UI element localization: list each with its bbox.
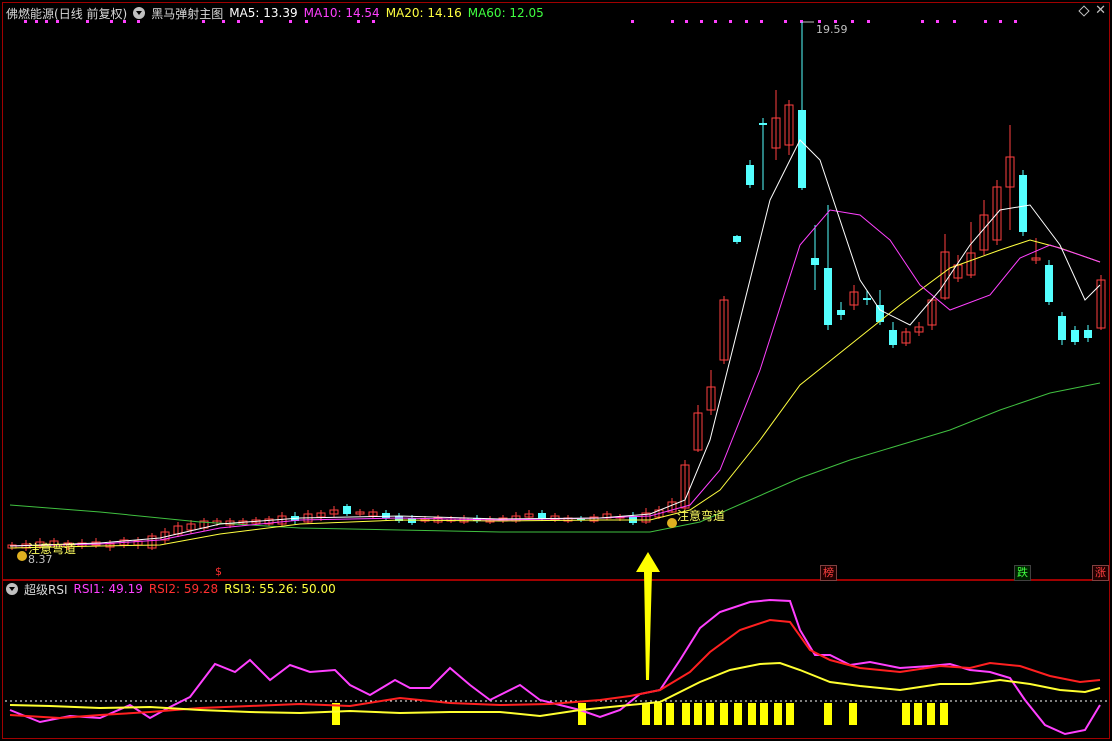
coin-icon xyxy=(667,518,677,528)
ma20-line xyxy=(9,239,1101,549)
rsi-signal-bar xyxy=(642,703,650,725)
rsi-signal-bar xyxy=(578,703,586,725)
rsi-signal-bar xyxy=(914,703,922,725)
rsi-signal-bar xyxy=(734,703,742,725)
candle-body-down xyxy=(798,110,806,188)
candle-body-down xyxy=(1058,316,1066,340)
marker-dot xyxy=(953,20,956,23)
marker-dot xyxy=(685,20,688,23)
candle-body-down xyxy=(733,236,741,242)
candle-body-down xyxy=(1084,330,1092,338)
marker-dot xyxy=(357,20,360,23)
marker-dot xyxy=(745,20,748,23)
rsi-signal-bar xyxy=(654,703,662,725)
candle-body-down xyxy=(343,506,351,514)
candle-body-down xyxy=(1071,330,1079,342)
marker-dot xyxy=(202,20,205,23)
marker-dot xyxy=(729,20,732,23)
rsi-signal-bar xyxy=(748,703,756,725)
badge-die[interactable]: 跌 xyxy=(1014,565,1031,581)
rsi-signal-bar xyxy=(849,703,857,725)
rsi-signal-bar xyxy=(774,703,782,725)
marker-dot xyxy=(700,20,703,23)
rsi-signal-bar xyxy=(902,703,910,725)
candle-body-down xyxy=(759,123,767,125)
marker-dot xyxy=(137,20,140,23)
candle-body-down xyxy=(837,310,845,315)
marker-dot xyxy=(260,20,263,23)
candle-body-down xyxy=(824,268,832,325)
high-price-label: 19.59 xyxy=(816,23,848,36)
marker-dot xyxy=(851,20,854,23)
marker-dot xyxy=(123,20,126,23)
candle-body-down xyxy=(811,258,819,265)
marker-dot xyxy=(867,20,870,23)
rsi3-line xyxy=(9,661,1101,718)
marker-dot xyxy=(372,20,375,23)
candle-body-down xyxy=(1045,265,1053,302)
rsi-signal-bar xyxy=(694,703,702,725)
marker-dot xyxy=(784,20,787,23)
candle-body-down xyxy=(876,305,884,322)
marker-dot xyxy=(305,20,308,23)
marker-dot xyxy=(921,20,924,23)
rsi2-line xyxy=(9,618,1101,720)
candle-body-down xyxy=(1019,175,1027,232)
marker-dot xyxy=(45,20,48,23)
badge-bang[interactable]: 榜 xyxy=(820,565,837,581)
marker-dot xyxy=(984,20,987,23)
candle-body-down xyxy=(863,298,871,300)
rsi-signal-bar xyxy=(666,703,674,725)
signal-arrow-icon xyxy=(636,552,660,680)
marker-dot xyxy=(110,20,113,23)
marker-dot xyxy=(24,20,27,23)
ma60-line xyxy=(9,382,1101,533)
candle-body-down xyxy=(889,330,897,345)
marker-dot xyxy=(631,20,634,23)
marker-dot xyxy=(35,20,38,23)
coin-icon xyxy=(17,551,27,561)
rsi-signal-bar xyxy=(940,703,948,725)
dollar-mark: $ xyxy=(215,565,222,578)
marker-dot xyxy=(289,20,292,23)
marker-dot xyxy=(999,20,1002,23)
marker-dot xyxy=(936,20,939,23)
low-price-label: 8.37 xyxy=(28,553,53,566)
rsi-signal-bar xyxy=(706,703,714,725)
rsi-signal-bar xyxy=(824,703,832,725)
marker-dot xyxy=(86,20,89,23)
marker-dot xyxy=(760,20,763,23)
marker-dot xyxy=(714,20,717,23)
kline-chart-canvas[interactable] xyxy=(0,0,1112,741)
signal-label-right: 注意弯道 xyxy=(677,509,726,523)
marker-dot xyxy=(671,20,674,23)
rsi-signal-bar xyxy=(786,703,794,725)
marker-dot xyxy=(222,20,225,23)
rsi-signal-bar xyxy=(720,703,728,725)
marker-dot xyxy=(237,20,240,23)
candle-body-down xyxy=(382,513,390,518)
marker-dot xyxy=(1014,20,1017,23)
rsi-signal-bar xyxy=(927,703,935,725)
rsi-signal-bar xyxy=(682,703,690,725)
rsi-signal-bar xyxy=(760,703,768,725)
ma5-line xyxy=(9,139,1101,547)
ma10-line xyxy=(9,209,1101,547)
candle-body-down xyxy=(746,165,754,185)
marker-dot xyxy=(56,20,59,23)
badge-zhang[interactable]: 涨 xyxy=(1092,565,1109,581)
